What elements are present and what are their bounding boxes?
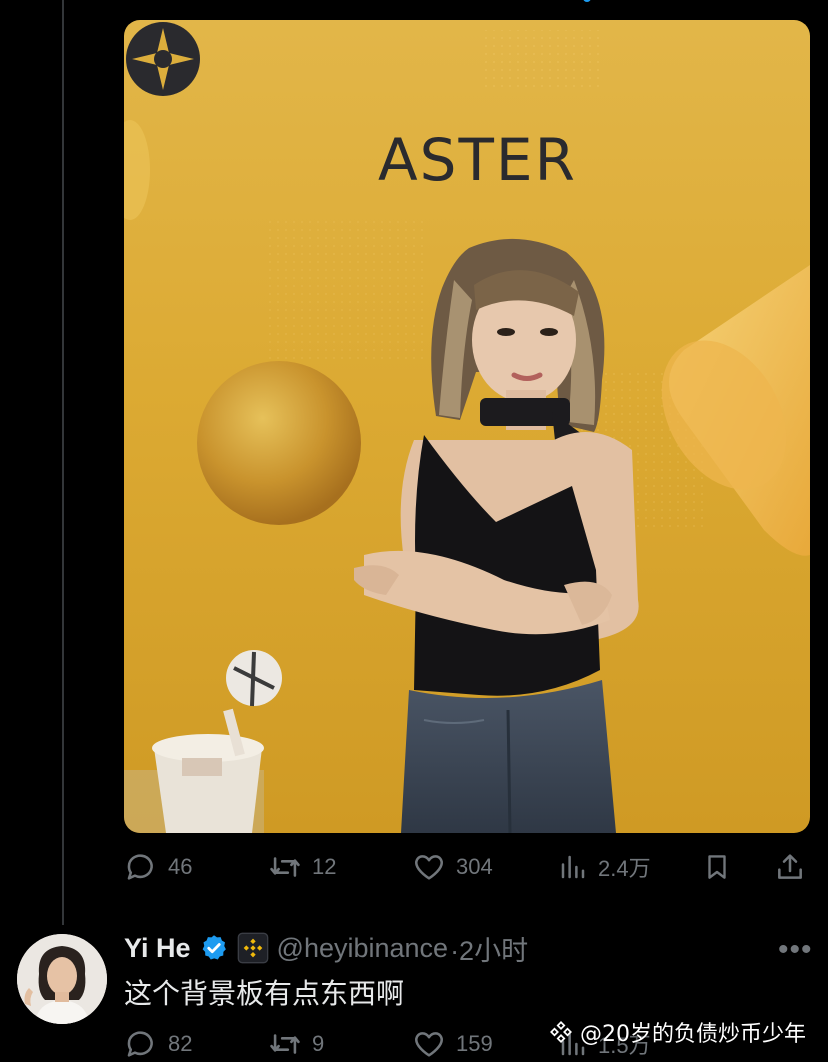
reply-text: 这个背景板有点东西啊: [124, 977, 405, 1010]
reply-author-handle[interactable]: @heyibinance: [277, 933, 449, 964]
binance-badge-icon: [237, 932, 268, 964]
post-action-bar: 46 12 304 2.4万: [124, 849, 814, 885]
reply-time: ·2小时: [450, 935, 529, 966]
reply-like-count: 159: [456, 1031, 493, 1056]
views-count: 2.4万: [598, 856, 651, 881]
repost-icon: [270, 857, 300, 877]
avatar[interactable]: [17, 934, 107, 1024]
watermark-text: @20岁的负债炒币少年: [580, 1022, 806, 1047]
views-button[interactable]: 2.4万: [558, 850, 651, 884]
reply-repost-count: 9: [312, 1031, 325, 1056]
like-button[interactable]: 304: [412, 850, 493, 884]
share-button[interactable]: [774, 850, 806, 884]
top-glyph: [583, 0, 591, 2]
repost-button[interactable]: 12: [268, 850, 336, 884]
reply-author-name[interactable]: Yi He: [124, 933, 191, 964]
bookmark-button[interactable]: [702, 850, 732, 884]
views-icon: [561, 855, 585, 879]
post-image[interactable]: ASTER: [124, 20, 810, 833]
thread-line: [62, 0, 64, 925]
bookmark-icon: [708, 855, 726, 879]
avatar-portrait: [17, 934, 107, 1024]
reply-button[interactable]: 46: [124, 850, 192, 884]
like-icon: [415, 1032, 443, 1057]
like-icon: [415, 855, 443, 880]
reply-count: 46: [168, 854, 193, 879]
aster-brand-text: ASTER: [378, 126, 577, 194]
watermark-logo-icon: [550, 1021, 572, 1043]
more-icon[interactable]: •••: [778, 933, 813, 967]
repost-count: 12: [312, 854, 337, 879]
share-icon: [778, 854, 802, 879]
reply-repost-button[interactable]: 9: [268, 1027, 324, 1061]
repost-icon: [270, 1034, 300, 1054]
reply-icon: [127, 854, 153, 880]
reply-like-button[interactable]: 159: [412, 1027, 493, 1061]
reply-reply-button[interactable]: 82: [124, 1027, 192, 1061]
verified-badge-icon: [202, 935, 226, 960]
like-count: 304: [456, 854, 493, 879]
reply-icon: [127, 1031, 153, 1057]
aster-logo-icon: [126, 22, 200, 96]
watermark: @20岁的负债炒币少年: [548, 1016, 806, 1048]
reply-header: Yi He @heyibinance ·2小时: [124, 928, 528, 968]
reply-reply-count: 82: [168, 1031, 193, 1056]
